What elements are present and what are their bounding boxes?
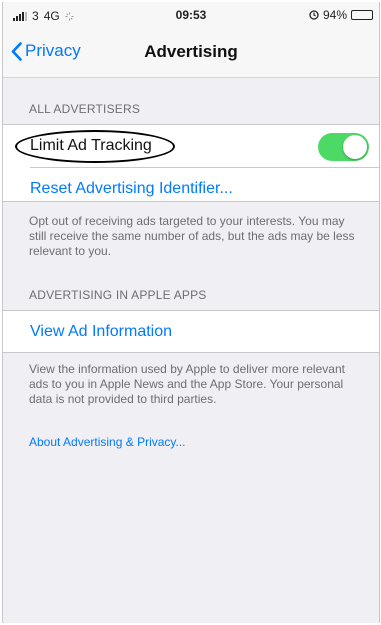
section-header-apple-apps: ADVERTISING IN APPLE APPS [29, 288, 207, 302]
battery-percent: 94% [322, 8, 347, 22]
reset-advertising-identifier-link[interactable]: Reset Advertising Identifier... [30, 180, 233, 198]
about-advertising-privacy-link[interactable]: About Advertising & Privacy... [29, 435, 186, 449]
group-apple-apps: View Ad Information [3, 310, 379, 353]
status-right: 94% [309, 8, 373, 22]
view-ad-information-row[interactable]: View Ad Information [3, 311, 379, 353]
battery-icon [351, 10, 373, 20]
back-button[interactable]: Privacy [11, 41, 81, 61]
navigation-bar: Privacy Advertising [3, 28, 379, 78]
limit-ad-tracking-label: Limit Ad Tracking [30, 137, 152, 154]
limit-ad-tracking-toggle[interactable] [318, 133, 369, 161]
reset-identifier-row[interactable]: Reset Advertising Identifier... [30, 167, 379, 209]
apple-apps-footer: View the information used by Apple to de… [29, 362, 345, 406]
group-all-advertisers: Limit Ad Tracking Reset Advertising Iden… [3, 124, 379, 202]
alarm-icon [309, 10, 319, 20]
section-header-all-advertisers: ALL ADVERTISERS [29, 102, 141, 116]
back-button-label: Privacy [25, 41, 81, 60]
view-ad-information-link[interactable]: View Ad Information [30, 323, 172, 341]
limit-ad-tracking-row: Limit Ad Tracking [3, 125, 379, 167]
phone-screen: 3 4G 09:53 94% Privacy Advertising ALL A… [2, 2, 380, 623]
all-advertisers-footer: Opt out of receiving ads targeted to you… [29, 214, 355, 258]
toggle-knob [343, 135, 367, 159]
status-bar: 3 4G 09:53 94% [3, 2, 379, 28]
chevron-left-icon [11, 41, 22, 61]
